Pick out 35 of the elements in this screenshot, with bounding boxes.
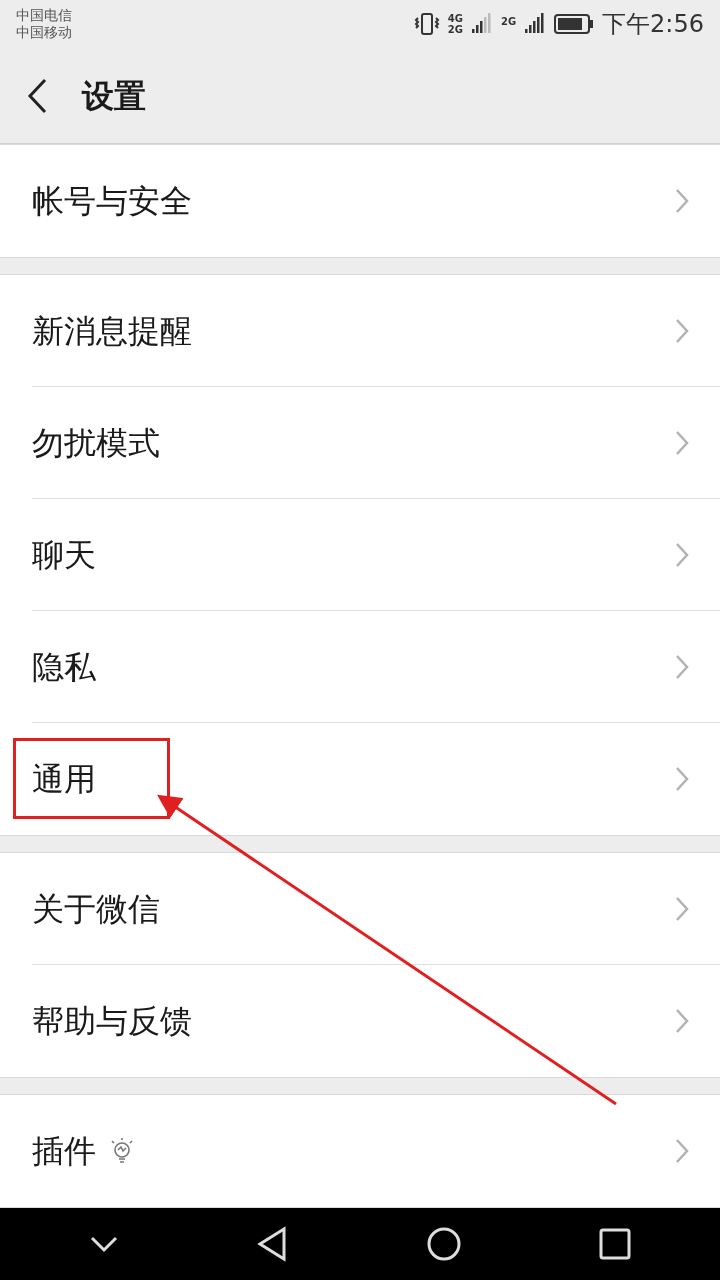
vibrate-icon — [413, 12, 440, 36]
signal-icon — [524, 13, 547, 35]
battery-icon — [554, 13, 595, 35]
item-label: 关于微信 — [32, 889, 160, 930]
signal-icon — [470, 13, 493, 35]
chevron-right-icon — [674, 187, 690, 215]
item-label: 新消息提醒 — [32, 311, 192, 352]
back-icon — [26, 77, 48, 114]
network-label: 2G — [447, 24, 463, 35]
chevron-right-icon — [674, 429, 690, 457]
chevron-right-icon — [674, 653, 690, 681]
home-icon[interactable] — [425, 1226, 462, 1262]
chevron-right-icon — [674, 317, 690, 345]
chevron-down-icon[interactable] — [88, 1235, 119, 1253]
back-triangle-icon[interactable] — [256, 1226, 289, 1262]
item-label: 聊天 — [32, 535, 96, 576]
carrier-label: 中国移动 — [16, 24, 72, 41]
item-label: 勿扰模式 — [32, 423, 160, 464]
network-label: 4G — [447, 13, 463, 24]
item-label: 帮助与反馈 — [32, 1001, 192, 1042]
item-label: 帐号与安全 — [32, 181, 192, 222]
network-label: 2G — [500, 15, 517, 29]
chevron-right-icon — [674, 1007, 690, 1035]
chevron-right-icon — [674, 1137, 690, 1165]
lightbulb-icon — [110, 1138, 134, 1164]
chevron-right-icon — [674, 765, 690, 793]
recents-icon[interactable] — [599, 1228, 632, 1260]
item-label: 隐私 — [32, 647, 96, 688]
chevron-right-icon — [674, 895, 690, 923]
chevron-right-icon — [674, 541, 690, 569]
item-label: 通用 — [32, 759, 96, 800]
item-label: 插件 — [32, 1131, 96, 1172]
page-title: 设置 — [82, 75, 146, 117]
carrier-label: 中国电信 — [16, 7, 72, 24]
clock: 下午2:56 — [602, 9, 704, 40]
